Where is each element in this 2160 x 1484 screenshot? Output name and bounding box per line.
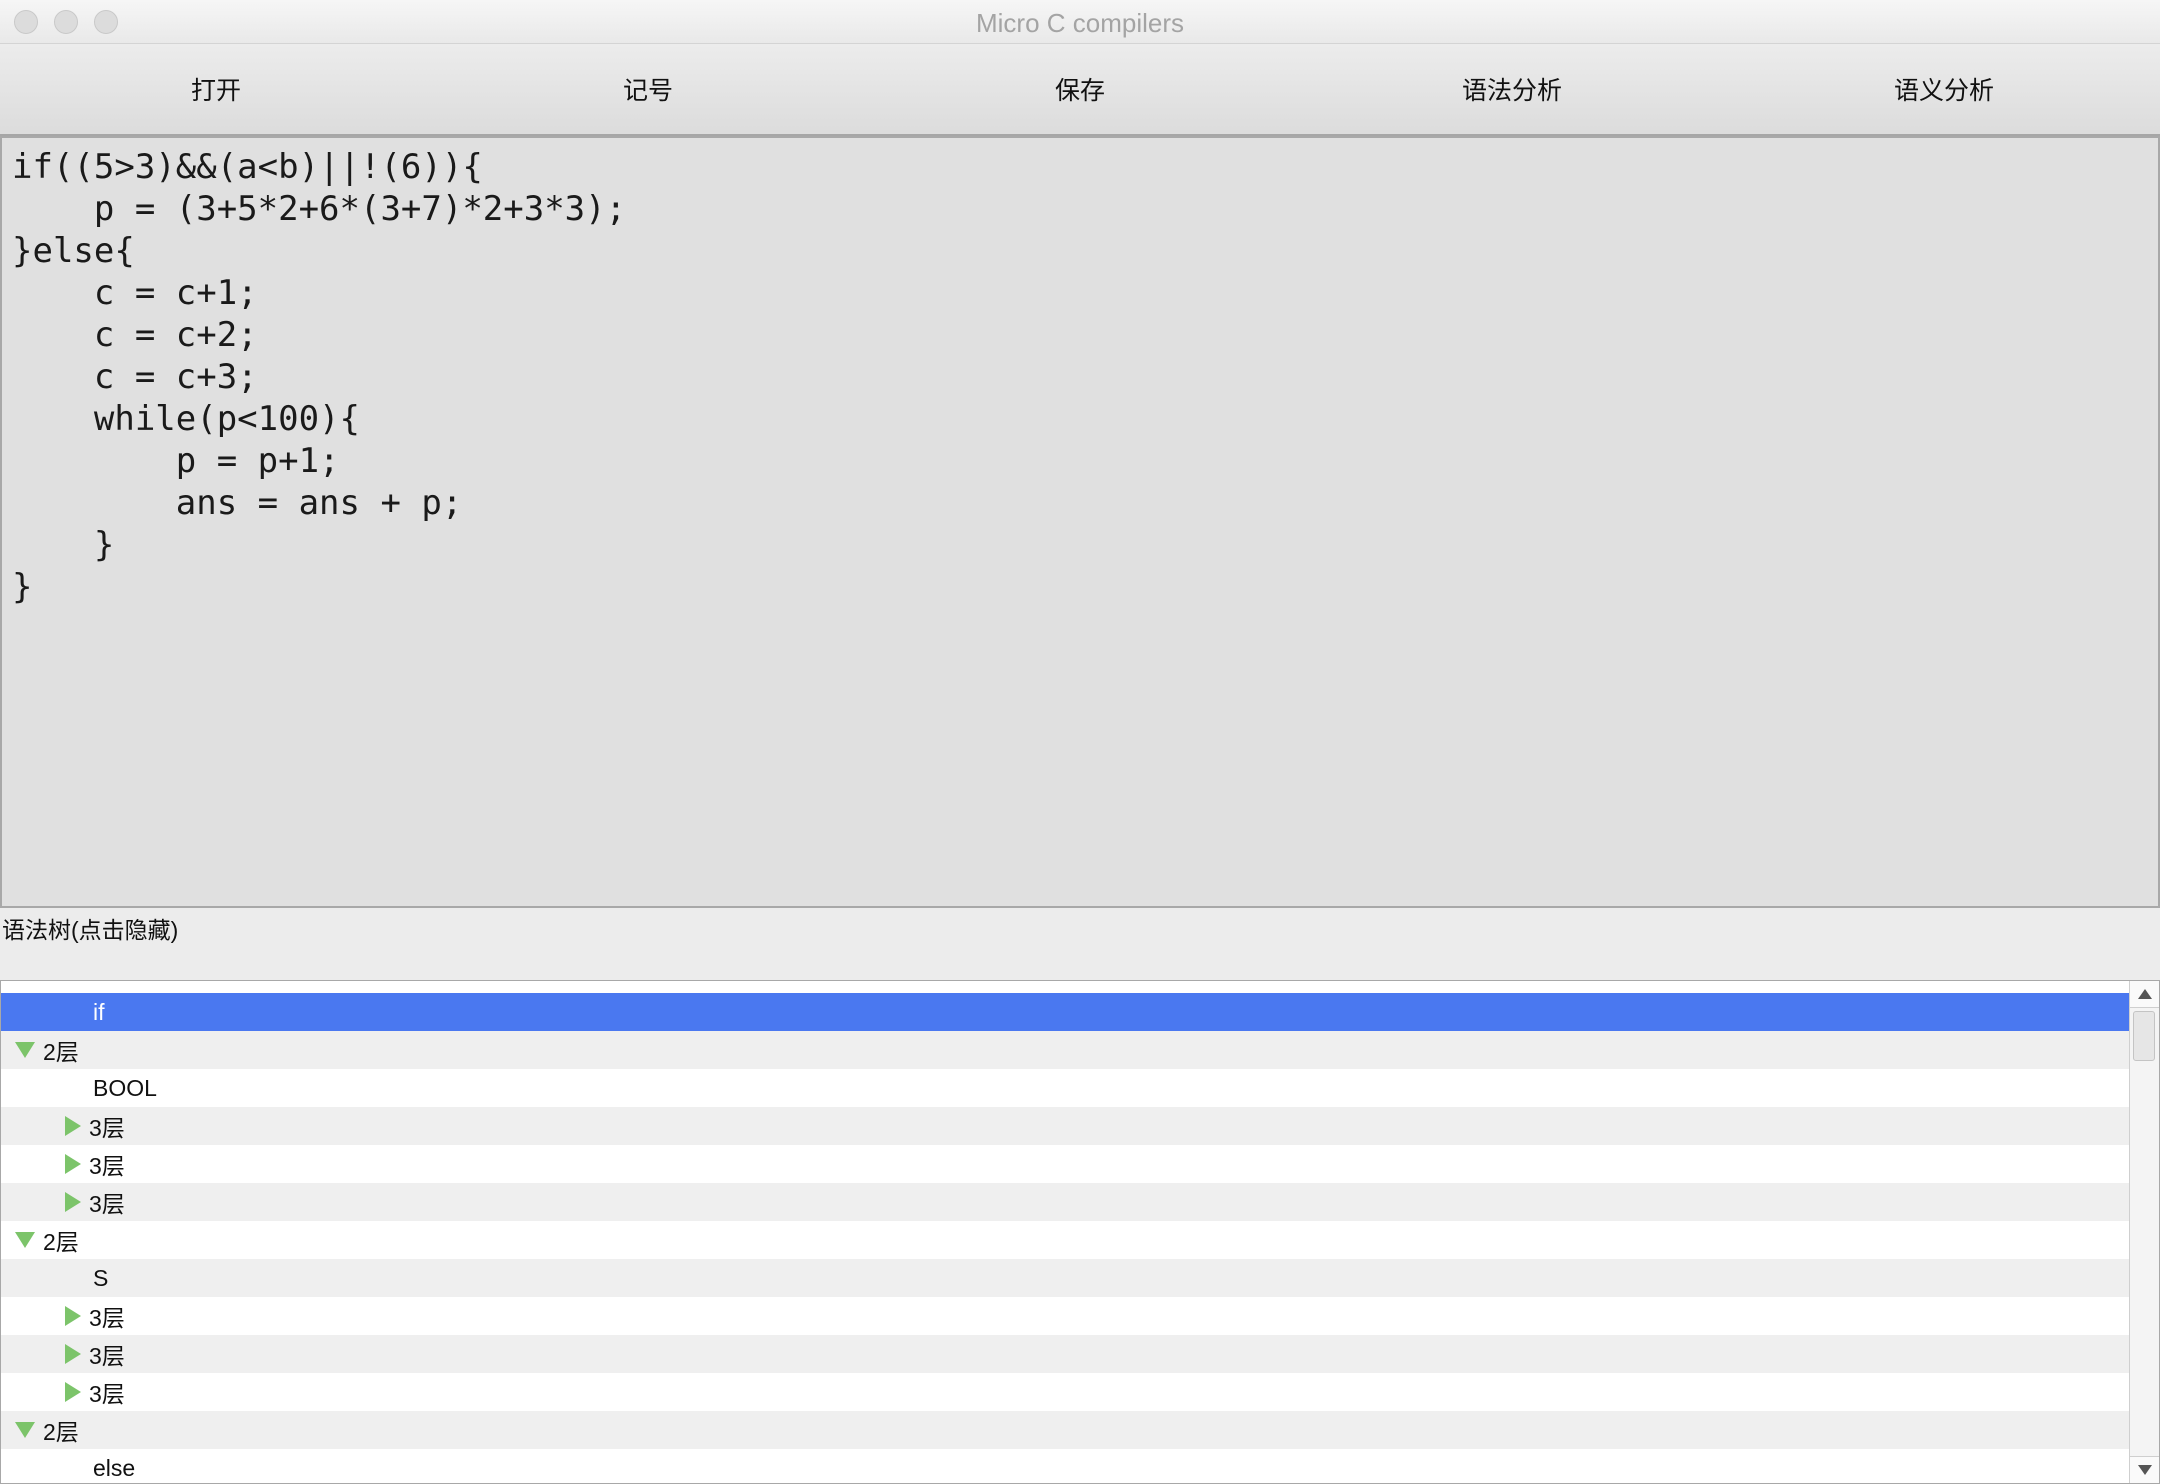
scroll-up-button[interactable] bbox=[2130, 981, 2159, 1008]
open-button[interactable]: 打开 bbox=[0, 44, 432, 134]
tree-row-level2[interactable]: 2层 bbox=[1, 1411, 2129, 1449]
tree-node-label: S bbox=[93, 1264, 109, 1291]
tree-row-level3[interactable]: 3层 bbox=[1, 1297, 2129, 1335]
collapsed-disclosure-icon[interactable] bbox=[65, 1116, 81, 1136]
arrow-up-icon bbox=[2137, 989, 2152, 999]
collapsed-disclosure-icon[interactable] bbox=[65, 1344, 81, 1364]
tree-row-else[interactable]: else bbox=[1, 1449, 2129, 1483]
tree-node-label: if bbox=[93, 998, 105, 1025]
tree-row-bool[interactable]: BOOL bbox=[1, 1069, 2129, 1107]
tree-node-label: BOOL bbox=[93, 1074, 157, 1101]
syntax-tree-view[interactable]: if 2层 BOOL 3层 3层 3层 2层 S 3层 3层 3层 2层 els… bbox=[0, 980, 2160, 1484]
tree-node-label: 2层 bbox=[43, 1039, 79, 1065]
tokens-button[interactable]: 记号 bbox=[432, 44, 864, 134]
source-code-text[interactable]: if((5>3)&&(a<b)||!(6)){ p = (3+5*2+6*(3+… bbox=[2, 138, 2158, 608]
tree-row-if[interactable]: if bbox=[1, 993, 2129, 1031]
tree-row-level2[interactable]: 2层 bbox=[1, 1221, 2129, 1259]
syntax-tree-toggle-label[interactable]: 语法树(点击隐藏) bbox=[2, 911, 178, 945]
tree-node-label: 3层 bbox=[89, 1343, 125, 1369]
tree-row-level2[interactable]: 2层 bbox=[1, 1031, 2129, 1069]
tree-node-label: 3层 bbox=[89, 1115, 125, 1141]
semantic-analysis-button[interactable]: 语义分析 bbox=[1728, 44, 2160, 134]
arrow-down-icon bbox=[2137, 1465, 2152, 1475]
tree-row-level3[interactable]: 3层 bbox=[1, 1145, 2129, 1183]
save-button[interactable]: 保存 bbox=[864, 44, 1296, 134]
expanded-disclosure-icon[interactable] bbox=[15, 1042, 35, 1058]
syntax-analysis-button[interactable]: 语法分析 bbox=[1296, 44, 1728, 134]
tree-node-label: 3层 bbox=[89, 1153, 125, 1179]
tree-row-s[interactable]: S bbox=[1, 1259, 2129, 1297]
tree-node-label: 3层 bbox=[89, 1305, 125, 1331]
tree-node-label: else bbox=[93, 1454, 136, 1481]
collapsed-disclosure-icon[interactable] bbox=[65, 1382, 81, 1402]
tree-row-level3[interactable]: 3层 bbox=[1, 1183, 2129, 1221]
collapsed-disclosure-icon[interactable] bbox=[65, 1306, 81, 1326]
toolbar: 打开 记号 保存 语法分析 语义分析 bbox=[0, 44, 2160, 136]
tree-row-level3[interactable]: 3层 bbox=[1, 1373, 2129, 1411]
expanded-disclosure-icon[interactable] bbox=[15, 1232, 35, 1248]
scroll-down-button[interactable] bbox=[2130, 1456, 2159, 1483]
code-editor[interactable]: if((5>3)&&(a<b)||!(6)){ p = (3+5*2+6*(3+… bbox=[0, 136, 2160, 908]
collapsed-disclosure-icon[interactable] bbox=[65, 1192, 81, 1212]
tree-row-level3[interactable]: 3层 bbox=[1, 1335, 2129, 1373]
window-title: Micro C compilers bbox=[975, 8, 1185, 38]
title-bar[interactable]: Micro C compilers bbox=[0, 0, 2160, 44]
syntax-tree-rows: if 2层 BOOL 3层 3层 3层 2层 S 3层 3层 3层 2层 els… bbox=[1, 981, 2129, 1483]
tree-node-label: 3层 bbox=[89, 1381, 125, 1407]
tree-node-label: 2层 bbox=[43, 1229, 79, 1255]
tree-vertical-scrollbar[interactable] bbox=[2129, 981, 2159, 1483]
app-window: Micro C compilers 打开 记号 保存 语法分析 语义分析 if(… bbox=[0, 0, 2160, 1484]
expanded-disclosure-icon[interactable] bbox=[15, 1422, 35, 1438]
tree-node-label: 3层 bbox=[89, 1191, 125, 1217]
tree-row-level3[interactable]: 3层 bbox=[1, 1107, 2129, 1145]
collapsed-disclosure-icon[interactable] bbox=[65, 1154, 81, 1174]
tree-node-label: 2层 bbox=[43, 1419, 79, 1445]
scrollbar-thumb[interactable] bbox=[2133, 1011, 2155, 1061]
